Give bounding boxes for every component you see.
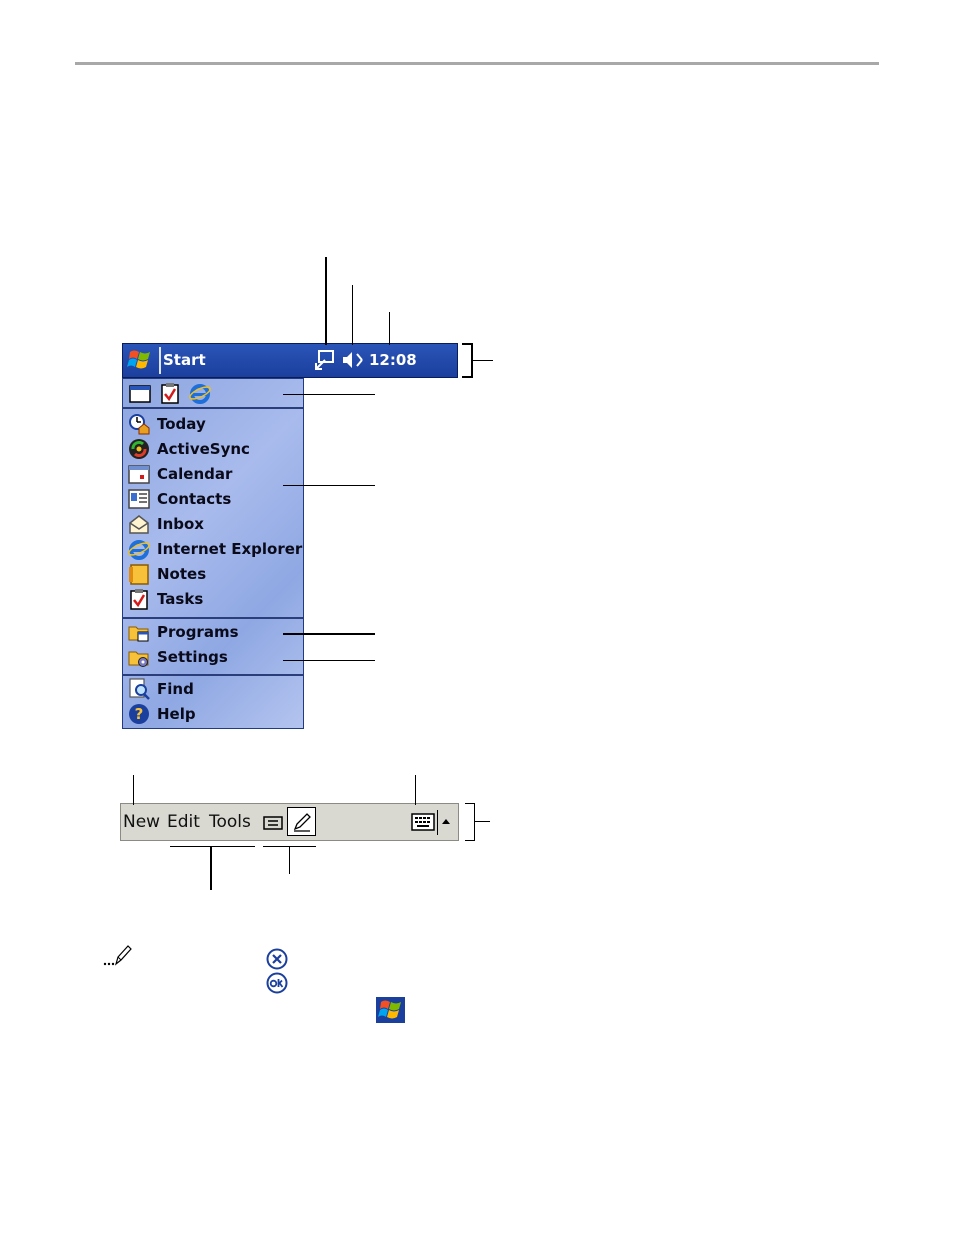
menu-edit[interactable]: Edit [167,812,200,832]
keyboard-icon[interactable] [411,813,435,831]
menu-item-settings[interactable]: Settings [128,645,300,670]
bracket-stem [475,821,490,822]
pen-icon [293,813,311,832]
menu-item-contacts[interactable]: Contacts [128,487,300,512]
sip-divider [437,810,438,835]
menu-item-calendar[interactable]: Calendar [128,462,300,487]
today-icon [129,414,150,435]
start-flag-inline [376,997,405,1023]
menu-separator [123,617,303,619]
menu-item-inbox[interactable]: Inbox [128,512,300,537]
connectivity-icon[interactable] [313,349,335,371]
menu-item-find[interactable]: Find [128,677,300,702]
close-x-icon [266,948,288,970]
callout-menu-names-span [170,846,255,847]
internet-explorer-icon [128,540,150,560]
bracket-top [465,803,475,804]
menu-item-programs[interactable]: Programs [128,620,300,645]
contacts-icon [128,489,150,509]
windows-flag-icon [378,1000,401,1019]
activesync-icon [129,439,149,459]
pen-button[interactable] [287,807,316,836]
menu-tools[interactable]: Tools [209,812,251,832]
callout-connectivity [325,257,327,345]
header-rule [75,62,879,65]
callout-speaker [352,285,353,345]
callout-programs [283,633,375,635]
help-icon: ? [129,704,149,724]
record-icon[interactable] [263,815,283,831]
menu-item-today[interactable]: Today [128,412,300,437]
note-pencil-icon [103,945,132,966]
bracket-bottom [465,840,475,841]
callout-recent-programs [283,394,375,395]
programs-folder-icon [128,626,149,642]
up-arrow-icon[interactable] [441,817,451,825]
menu-item-activesync[interactable]: ActiveSync [128,437,300,462]
start-menu: Today ActiveSync Calendar Contacts Inbox… [122,378,304,729]
menu-item-tasks[interactable]: Tasks [128,587,300,612]
menu-separator [123,674,303,676]
menu-new[interactable]: New [123,812,160,832]
callout-menu-names [210,846,212,890]
tasks-icon [130,589,148,610]
callout-new-menu [133,775,134,805]
internet-explorer-icon[interactable] [189,382,211,404]
windows-flag-icon [127,350,150,369]
callout-settings [283,660,375,661]
navigation-bar: Start 12:08 [122,343,458,378]
callout-program-list [283,485,375,486]
menu-item-help[interactable]: ? Help [128,702,300,727]
start-label[interactable]: Start [163,351,206,369]
start-button[interactable] [123,344,159,377]
tasks-icon[interactable] [161,382,179,404]
bracket-bottom [462,376,473,378]
menu-separator [123,407,303,409]
menu-item-notes[interactable]: Notes [128,562,300,587]
settings-folder-icon [128,651,149,667]
start-separator [159,347,161,374]
find-icon [129,678,150,700]
ok-icon [266,972,288,994]
bracket-stem [473,360,493,361]
inbox-icon [129,515,149,534]
command-bar: New Edit Tools [120,803,459,841]
bracket-top [462,343,473,345]
speaker-muted-icon[interactable] [341,350,365,370]
clock[interactable]: 12:08 [369,351,417,369]
callout-input-panel [415,775,416,805]
bracket-command-bar [474,803,475,841]
notes-icon [129,564,149,585]
menu-item-internet-explorer[interactable]: Internet Explorer [128,537,302,562]
callout-clock [389,312,390,345]
svg-text:?: ? [135,705,144,723]
callout-buttons [289,846,290,874]
calendar-icon [128,465,150,484]
window-icon[interactable] [129,384,151,404]
